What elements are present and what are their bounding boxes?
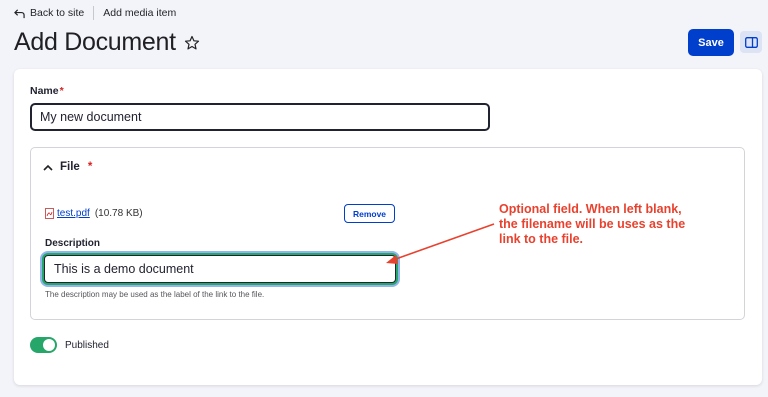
required-marker: * bbox=[59, 85, 64, 97]
annotation-callout: Optional field. When left blank, the fil… bbox=[499, 202, 686, 246]
name-label: Name* bbox=[30, 85, 64, 97]
file-section-toggle[interactable]: File * bbox=[43, 161, 92, 173]
file-item: test.pdf (10.78 KB) bbox=[45, 208, 143, 219]
back-arrow-icon bbox=[14, 8, 25, 18]
pdf-file-icon bbox=[45, 208, 54, 219]
description-help-text: The description may be used as the label… bbox=[45, 290, 265, 299]
back-to-site-link[interactable]: Back to site bbox=[14, 7, 84, 19]
published-field: Published bbox=[30, 337, 109, 353]
file-link[interactable]: test.pdf bbox=[57, 208, 90, 219]
sidebar-toggle-button[interactable] bbox=[740, 31, 762, 53]
description-input-value: This is a demo document bbox=[54, 262, 194, 276]
published-label: Published bbox=[65, 339, 109, 351]
chevron-up-icon bbox=[43, 164, 53, 171]
star-icon[interactable] bbox=[184, 35, 200, 51]
description-label: Description bbox=[45, 238, 101, 249]
description-input[interactable]: This is a demo document bbox=[44, 255, 396, 283]
page-title: Add Document bbox=[14, 28, 176, 56]
published-toggle[interactable] bbox=[30, 337, 57, 353]
sidebar-panel-icon bbox=[744, 36, 758, 48]
back-to-site-label: Back to site bbox=[30, 7, 85, 19]
name-input-value: My new document bbox=[40, 110, 142, 124]
required-marker: * bbox=[87, 161, 93, 173]
toggle-knob bbox=[43, 339, 55, 351]
breadcrumb: Back to site Add media item bbox=[14, 6, 176, 20]
breadcrumb-current: Add media item bbox=[103, 7, 177, 19]
breadcrumb-separator bbox=[93, 6, 95, 20]
file-size: (10.78 KB) bbox=[94, 208, 143, 219]
file-section-label: File bbox=[60, 161, 80, 173]
title-row: Add Document bbox=[14, 28, 200, 57]
save-button[interactable]: Save bbox=[688, 29, 734, 56]
remove-button[interactable]: Remove bbox=[344, 204, 395, 223]
name-input[interactable]: My new document bbox=[30, 103, 490, 131]
